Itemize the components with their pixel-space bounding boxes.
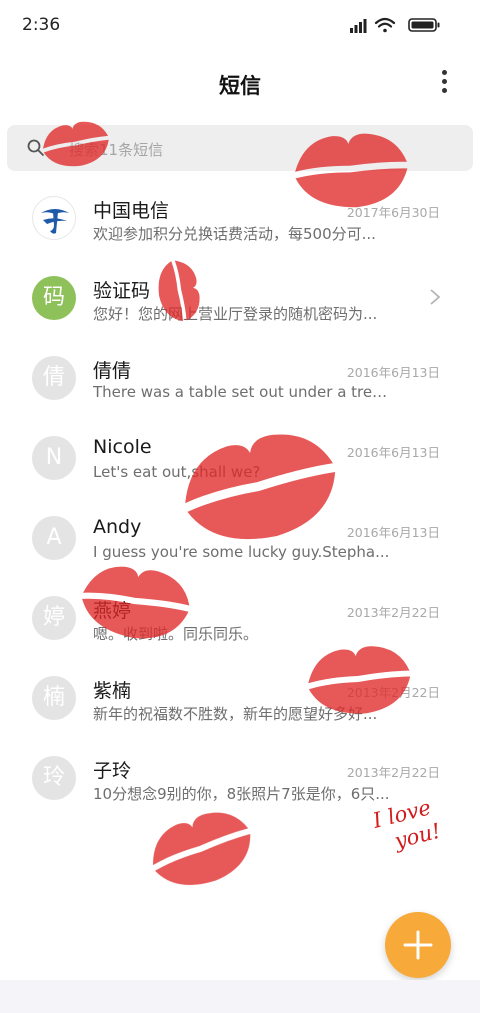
message-date: 2017年6月30日 (346, 205, 440, 220)
search-input[interactable]: 搜索11条短信 (69, 139, 163, 160)
china-telecom-logo (32, 196, 76, 240)
contact-name: 子玲 (93, 760, 132, 782)
app-header: 短信 (0, 52, 480, 118)
message-preview: 10分想念9别的你，8张照片7张是你，6只... (93, 785, 390, 803)
avatar: A (32, 516, 76, 560)
status-icons (350, 15, 460, 35)
message-date: 2013年2月22日 (346, 765, 440, 780)
contact-name: Andy (93, 516, 142, 538)
message-preview: 您好！您的网上营业厅登录的随机密码为... (93, 305, 378, 323)
page-title: 短信 (219, 74, 261, 98)
avatar: 婷 (32, 596, 76, 640)
plus-icon (403, 930, 433, 960)
conversation-row[interactable]: N Nicole 2016年6月13日 Let's eat out,shall … (0, 418, 480, 498)
message-date: 2013年2月22日 (346, 685, 440, 700)
message-preview: 新年的祝福数不胜数，新年的愿望好多好... (93, 705, 378, 723)
contact-name: 中国电信 (93, 200, 170, 222)
search-bar[interactable]: 搜索11条短信 (7, 125, 473, 171)
message-date: 2016年6月13日 (346, 365, 440, 380)
wifi-icon (374, 17, 396, 33)
message-preview: I guess you're some lucky guy.Stepha... (93, 543, 390, 561)
message-preview: 欢迎参加积分兑换话费活动，每500分可... (93, 225, 376, 243)
contact-name: 紫楠 (93, 680, 132, 702)
conversation-row[interactable]: 倩 倩倩 2016年6月13日 There was a table set ou… (0, 338, 480, 418)
more-options-button[interactable] (434, 70, 454, 98)
conversation-row[interactable]: 中国电信 2017年6月30日 欢迎参加积分兑换话费活动，每500分可... (0, 178, 480, 258)
new-message-button[interactable] (385, 912, 451, 978)
message-date: 2016年6月13日 (346, 525, 440, 540)
battery-icon (408, 18, 440, 32)
contact-name: Nicole (93, 436, 152, 458)
search-icon (27, 139, 44, 156)
conversation-row[interactable]: 楠 紫楠 2013年2月22日 新年的祝福数不胜数，新年的愿望好多好... (0, 658, 480, 738)
contact-name: 验证码 (93, 280, 151, 302)
avatar: N (32, 436, 76, 480)
signal-icon (350, 19, 367, 33)
chevron-right-icon (430, 289, 441, 305)
contact-name: 燕婷 (93, 600, 132, 622)
avatar: 倩 (32, 356, 76, 400)
conversation-row[interactable]: 码 验证码 您好！您的网上营业厅登录的随机密码为... (0, 258, 480, 338)
more-dot-icon (441, 88, 447, 93)
avatar: 楠 (32, 676, 76, 720)
message-preview: Let's eat out,shall we? (93, 463, 261, 481)
status-time: 2:36 (22, 15, 61, 35)
conversation-row[interactable]: A Andy 2016年6月13日 I guess you're some lu… (0, 498, 480, 578)
status-bar: 2:36 (0, 0, 480, 52)
message-preview: There was a table set out under a tree i… (93, 383, 393, 401)
message-preview: 嗯。收到啦。同乐同乐。 (93, 625, 259, 643)
more-dot-icon (441, 70, 447, 75)
message-date: 2013年2月22日 (346, 605, 440, 620)
contact-name: 倩倩 (93, 360, 132, 382)
more-dot-icon (441, 79, 447, 84)
avatar: 玲 (32, 756, 76, 800)
avatar: 码 (32, 276, 76, 320)
message-date: 2016年6月13日 (346, 445, 440, 460)
conversation-row[interactable]: 婷 燕婷 2013年2月22日 嗯。收到啦。同乐同乐。 (0, 578, 480, 658)
navigation-bar (0, 980, 480, 1013)
